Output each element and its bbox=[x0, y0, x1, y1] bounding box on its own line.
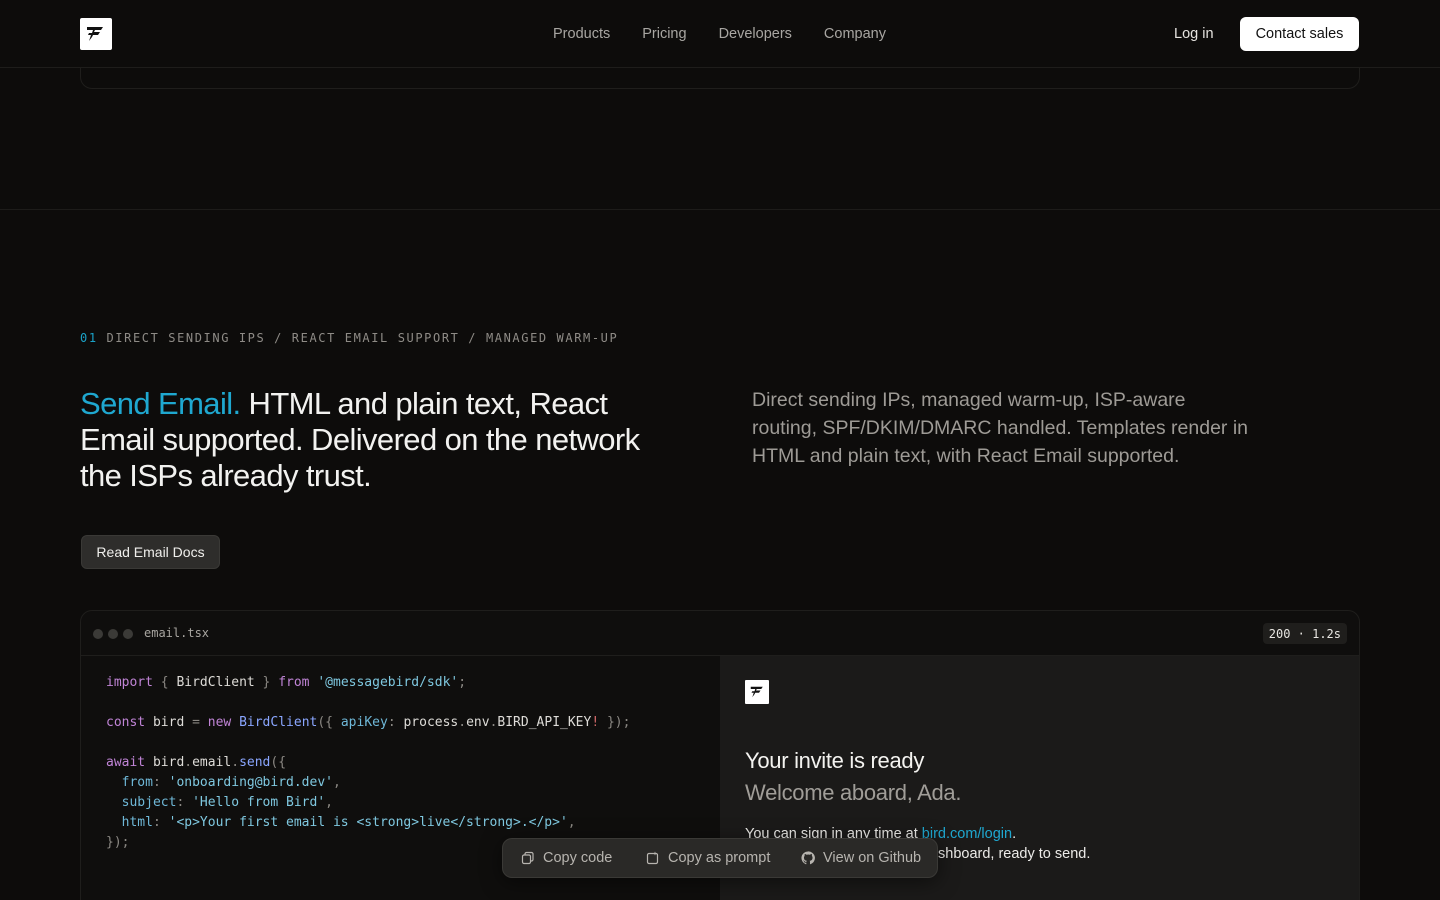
nav-link-company[interactable]: Company bbox=[824, 25, 886, 43]
email-line-1-end: . bbox=[1012, 826, 1017, 842]
section-tags: DIRECT SENDING IPS / REACT EMAIL SUPPORT… bbox=[106, 331, 619, 345]
contact-sales-button[interactable]: Contact sales bbox=[1240, 17, 1359, 51]
window-dot-icon bbox=[123, 629, 133, 639]
code-block[interactable]: import { BirdClient } from '@messagebird… bbox=[106, 673, 630, 853]
email-logo-icon bbox=[745, 680, 769, 704]
file-name: email.tsx bbox=[144, 626, 210, 640]
email-subtitle: Welcome aboard, Ada. bbox=[745, 780, 962, 805]
copy-code-button[interactable]: Copy code bbox=[521, 850, 612, 866]
login-url-link[interactable]: bird.com/login bbox=[922, 826, 1012, 842]
read-email-docs-button[interactable]: Read Email Docs bbox=[81, 535, 220, 569]
top-navigation: Products Pricing Developers Company Log … bbox=[0, 0, 1440, 68]
section-divider bbox=[0, 209, 1440, 210]
sparkle-copy-icon bbox=[646, 851, 659, 865]
view-on-github-label: View on Github bbox=[823, 850, 922, 866]
nav-link-products[interactable]: Products bbox=[553, 25, 610, 43]
code-card-header: email.tsx 200 · 1.2s bbox=[81, 611, 1359, 656]
section-description: Direct sending IPs, managed warm-up, ISP… bbox=[752, 389, 1249, 467]
section-eyebrow: 01 DIRECT SENDING IPS / REACT EMAIL SUPP… bbox=[80, 331, 618, 345]
response-status-badge: 200 · 1.2s bbox=[1262, 623, 1347, 644]
section-headline: Send Email. HTML and plain text, React E… bbox=[80, 386, 640, 494]
code-actions-toolbar: Copy code Copy as prompt View on Github bbox=[502, 838, 938, 878]
window-dot-icon bbox=[108, 629, 118, 639]
email-title: Your invite is ready bbox=[745, 748, 925, 773]
bird-mark-icon bbox=[750, 686, 763, 698]
login-link[interactable]: Log in bbox=[1174, 25, 1214, 43]
copy-code-label: Copy code bbox=[543, 850, 613, 866]
github-icon bbox=[801, 851, 815, 865]
window-dot-icon bbox=[93, 629, 103, 639]
section-number: 01 bbox=[80, 331, 98, 345]
bird-logo[interactable] bbox=[80, 18, 112, 50]
nav-link-pricing[interactable]: Pricing bbox=[642, 25, 686, 43]
copy-as-prompt-label: Copy as prompt bbox=[668, 850, 771, 866]
copy-icon bbox=[521, 851, 534, 865]
copy-as-prompt-button[interactable]: Copy as prompt bbox=[646, 850, 770, 866]
window-dots bbox=[93, 629, 133, 639]
nav-links: Products Pricing Developers Company bbox=[553, 25, 886, 43]
headline-accent: Send Email. bbox=[80, 386, 241, 421]
bird-logo-icon bbox=[87, 27, 103, 41]
view-on-github-button[interactable]: View on Github bbox=[801, 850, 921, 866]
nav-link-developers[interactable]: Developers bbox=[719, 25, 792, 43]
